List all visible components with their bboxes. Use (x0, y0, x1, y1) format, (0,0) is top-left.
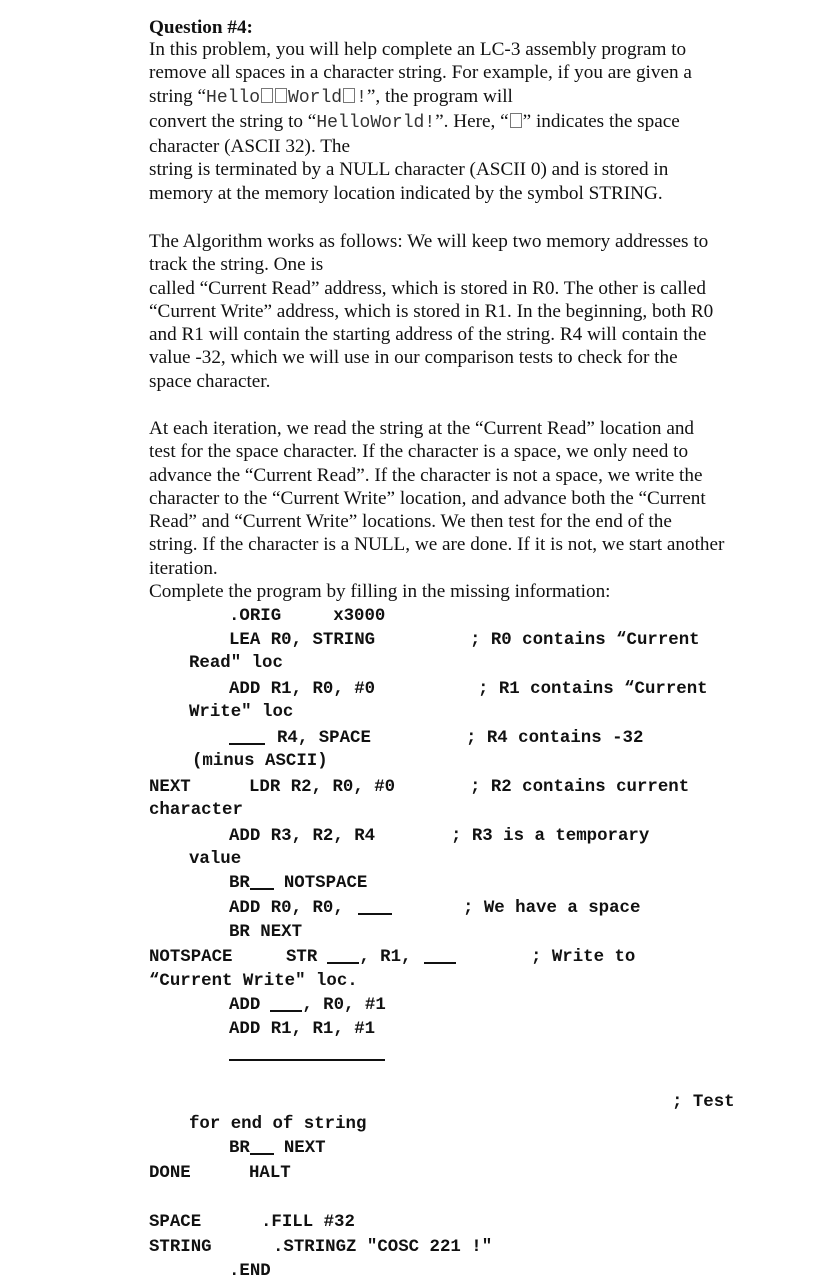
code-comment: Write″ loc (189, 703, 294, 722)
operand: x3000 (333, 607, 386, 626)
text: ” indicates the space (522, 110, 680, 132)
code-ldr: LDR R2, R0, #0 (249, 778, 396, 797)
code-comment: value (189, 850, 242, 869)
paragraph-line: The Algorithm works as follows: We will … (149, 231, 709, 252)
code-br-notspace: BR NOTSPACE (229, 872, 367, 896)
answer-blank-input[interactable] (249, 872, 274, 890)
code-add-r0: ADD R0, R0, (229, 897, 392, 921)
intro-line: string is terminated by a NULL character… (149, 159, 669, 181)
code-comment: ; R0 contains “Current (470, 631, 700, 650)
code-comment: ; R2 contains current (470, 778, 690, 797)
paragraph-line: space character. (149, 370, 271, 392)
space-box-icon (343, 87, 356, 103)
code-comment: “Current Write″ loc. (149, 972, 358, 991)
text: string “ (149, 85, 207, 107)
code-comment: Read″ loc (189, 654, 283, 673)
paragraph-line: At each iteration, we read the string at… (149, 418, 695, 439)
operand: R4, SPACE (277, 729, 371, 748)
answer-blank-input[interactable] (249, 1137, 274, 1155)
operand: NEXT (283, 1139, 326, 1158)
code-lea: LEA R0, STRING (229, 631, 376, 650)
paragraph-line: “Current Write” address, which is stored… (149, 300, 714, 322)
opcode: STR (286, 948, 318, 967)
code-comment: for end of string (189, 1115, 367, 1134)
text: Hello (206, 87, 261, 108)
code-comment: ; Test (672, 1093, 735, 1112)
algorithm-paragraph: The Algorithm works as follows: We will … (149, 230, 789, 393)
text: convert the string to “ (149, 110, 317, 132)
paragraph-line: advance the “Current Read”. If the chara… (149, 464, 703, 486)
code-fill: .FILL #32 (261, 1213, 355, 1232)
instruction-line: Complete the program by filling in the m… (149, 581, 611, 603)
code-comment: character (149, 801, 243, 820)
intro-line: character (ASCII 32). The (149, 136, 351, 158)
paragraph-line: track the string. One is (149, 254, 324, 276)
label-notspace: NOTSPACE (149, 948, 233, 967)
example-input: Hello World! (206, 87, 367, 108)
operand: ADD R0, R0, (229, 899, 344, 918)
intro-line: memory at the memory location indicated … (149, 182, 663, 204)
space-box-icon (275, 87, 288, 103)
code-comment: ; R4 contains -32 (466, 729, 644, 748)
code-orig: .ORIG x3000 (229, 605, 385, 629)
intro-paragraph: In this problem, you will help complete … (149, 38, 789, 205)
code-br-next-2: BR NEXT (229, 1137, 326, 1161)
code-comment: ; We have a space (463, 899, 641, 918)
code-str: STR , R1, (286, 946, 456, 970)
code-halt: HALT (249, 1164, 291, 1183)
text: ! (356, 87, 367, 108)
answer-blank-line-input[interactable] (229, 1059, 385, 1061)
intro-line: remove all spaces in a character string.… (149, 62, 692, 84)
operand: NOTSPACE (283, 874, 368, 893)
code-comment: (minus ASCII) (192, 752, 328, 771)
code-end: .END (229, 1262, 271, 1281)
answer-blank-input[interactable] (423, 946, 456, 964)
intro-line: string “Hello World!”, the program will (149, 85, 789, 110)
label-string: STRING (149, 1238, 212, 1257)
opcode: ADD (229, 996, 261, 1015)
example-output: HelloWorld! (316, 112, 436, 133)
text: ”. Here, “ (435, 110, 509, 132)
answer-blank-input[interactable] (357, 897, 392, 915)
paragraph-line: iteration. (149, 557, 218, 579)
iteration-paragraph: At each iteration, we read the string at… (149, 417, 789, 603)
label-done: DONE (149, 1164, 191, 1183)
code-ld-r4: R4, SPACE (229, 727, 371, 751)
paragraph-line: value -32, which we will use in our comp… (149, 347, 678, 369)
code-add-r1: ADD R1, R0, #0 (229, 680, 376, 699)
text: World (288, 87, 343, 108)
code-stringz: .STRINGZ "COSC 221 !″ (273, 1238, 493, 1257)
space-box-icon (509, 112, 522, 128)
answer-blank-input[interactable] (327, 946, 360, 964)
code-br-next: BR NEXT (229, 923, 303, 942)
code-comment: ; R3 is a temporary (451, 827, 650, 846)
text: ”, the program will (366, 85, 513, 107)
paragraph-line: string. If the character is a NULL, we a… (149, 534, 725, 556)
opcode: BR (229, 1139, 250, 1158)
intro-line: convert the string to “HelloWorld!”. Her… (149, 110, 789, 135)
opcode: BR (229, 874, 250, 893)
paragraph-line: called “Current Read” address, which is … (149, 277, 706, 299)
paragraph-line: and R1 will contain the starting address… (149, 324, 707, 346)
code-add-r1-inc: ADD R1, R1, #1 (229, 1020, 376, 1039)
code-comment: ; R1 contains “Current (478, 680, 708, 699)
directive: .ORIG (229, 607, 282, 626)
answer-blank-input[interactable] (270, 994, 303, 1012)
code-add-r0-inc: ADD , R0, #1 (229, 994, 386, 1018)
operand: , R1, (359, 948, 412, 967)
question-title: Question #4: (149, 17, 253, 38)
paragraph-line: Read” and “Current Write” locations. We … (149, 511, 672, 533)
paragraph-line: character to the “Current Write” locatio… (149, 487, 706, 509)
paragraph-line: test for the space character. If the cha… (149, 441, 689, 463)
label-next: NEXT (149, 778, 191, 797)
code-add-r3: ADD R3, R2, R4 (229, 827, 376, 846)
code-comment: ; Write to (531, 948, 636, 967)
answer-blank-input[interactable] (229, 727, 265, 745)
label-space: SPACE (149, 1213, 202, 1232)
operand: , R0, #1 (302, 996, 386, 1015)
intro-line: In this problem, you will help complete … (149, 39, 687, 60)
space-box-icon (261, 87, 274, 103)
